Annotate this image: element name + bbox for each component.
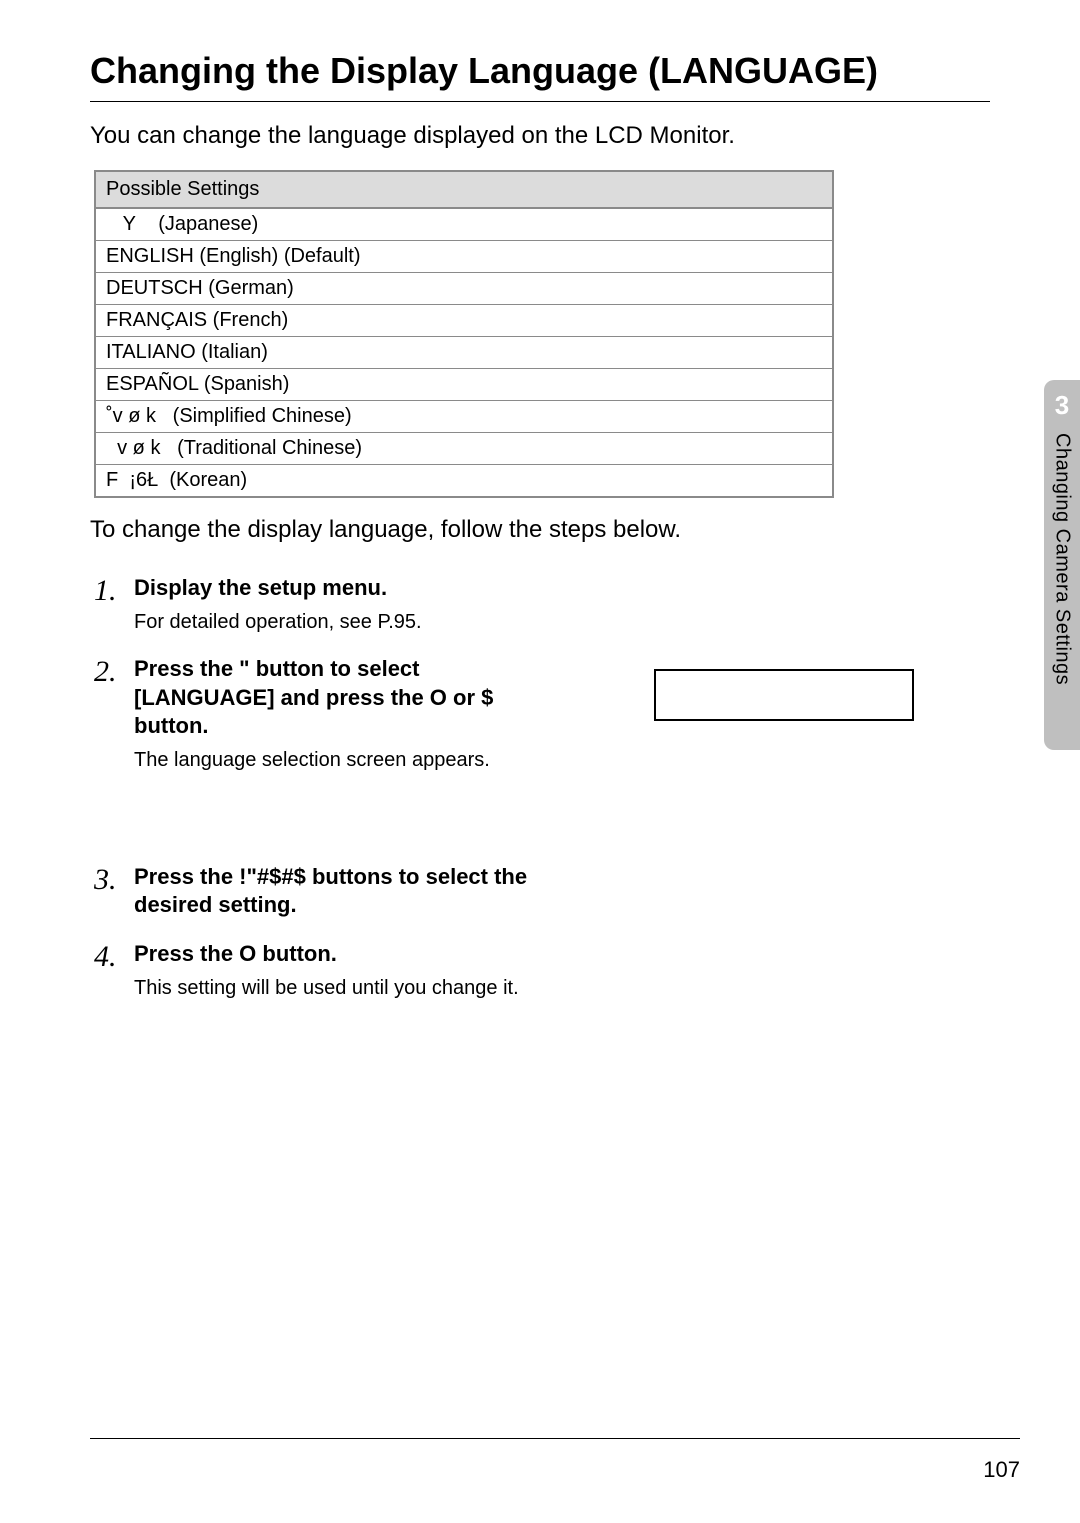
step-number: 2. [94,655,134,688]
step-title: Display the setup menu. [134,574,564,603]
page-number: 107 [983,1457,1020,1482]
settings-row: ITALIANO (Italian) [95,337,833,369]
settings-header: Possible Settings [95,171,833,208]
step-body: Press the O button. This setting will be … [134,940,564,1001]
steps-list: 1.Display the setup menu. For detailed op… [94,574,990,1000]
step-title: Press the " button to select [LANGUAGE] … [134,655,564,741]
step-number: 1. [94,574,134,607]
settings-row: ENGLISH (English) (Default) [95,241,833,273]
title-underline [90,101,990,102]
possible-settings-table: Possible Settings Y (Japanese)ENGLISH (E… [94,170,834,498]
step: 3.Press the !"#$#$ buttons to select the… [94,863,990,920]
screen-illustration-placeholder [654,669,914,721]
settings-row: v ø k (Traditional Chinese) [95,433,833,465]
step-body: Press the !"#$#$ buttons to select the d… [134,863,564,920]
settings-row: ˚v ø k (Simplified Chinese) [95,401,833,433]
document-page: Changing the Display Language (LANGUAGE)… [0,0,1080,1523]
step-body: Press the " button to select [LANGUAGE] … [134,655,564,773]
step-title: Press the !"#$#$ buttons to select the d… [134,863,564,920]
settings-row: ESPAÑOL (Spanish) [95,369,833,401]
step-number: 4. [94,940,134,973]
step-description: The language selection screen appears. [134,747,564,773]
chapter-number: 3 [1055,390,1069,421]
settings-row: F ¡6Ł (Korean) [95,465,833,498]
settings-row: DEUTSCH (German) [95,273,833,305]
step: 1.Display the setup menu. For detailed op… [94,574,990,635]
step-body: Display the setup menu. For detailed oper… [134,574,564,635]
step-description: This setting will be used until you chan… [134,975,564,1001]
step-title: Press the O button. [134,940,564,969]
step: 2.Press the " button to select [LANGUAGE… [94,655,990,773]
intro-paragraph: You can change the language displayed on… [90,122,990,150]
chapter-title: Changing Camera Settings [1051,433,1074,685]
page-footer: 107 [90,1438,1020,1483]
step-number: 3. [94,863,134,896]
instruction-paragraph: To change the display language, follow t… [90,516,990,544]
settings-row: Y (Japanese) [95,208,833,241]
page-title: Changing the Display Language (LANGUAGE) [90,50,990,91]
step: 4.Press the O button. This setting will b… [94,940,990,1001]
settings-row: FRANÇAIS (French) [95,305,833,337]
chapter-side-tab: 3 Changing Camera Settings [1044,380,1080,750]
step-description: For detailed operation, see P.95. [134,609,564,635]
